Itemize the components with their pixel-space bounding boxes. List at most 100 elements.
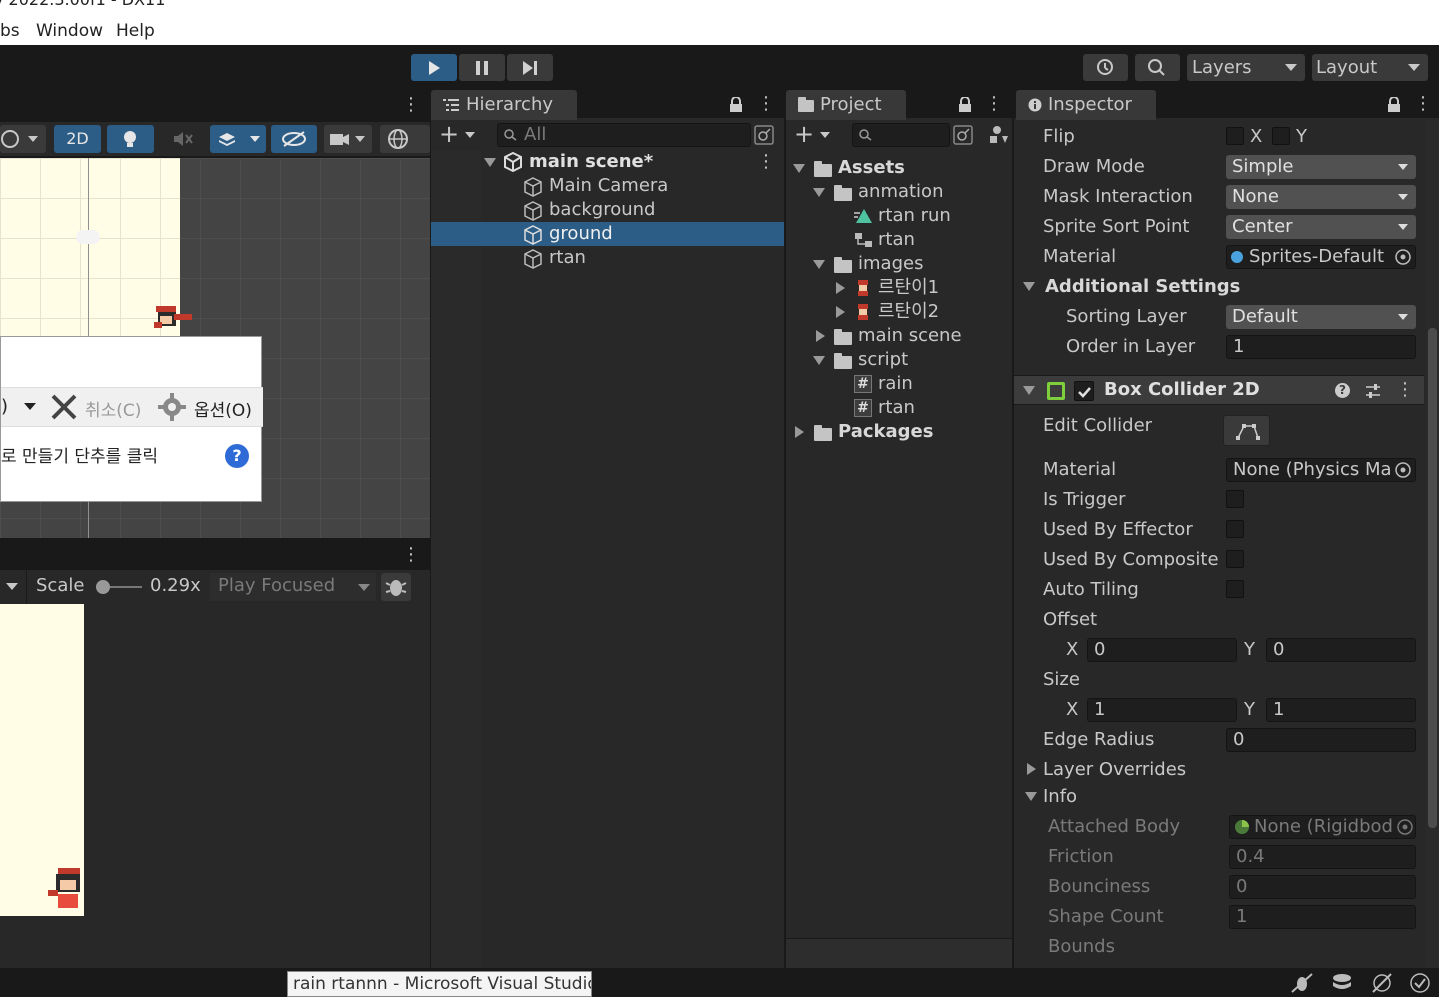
project-add-button[interactable]: +	[794, 120, 834, 148]
chevron-down-icon[interactable]	[6, 583, 18, 590]
tree-item-rtan-controller[interactable]: rtan	[786, 228, 1012, 252]
layout-dropdown[interactable]: Layout	[1312, 54, 1428, 81]
camera-dropdown[interactable]	[324, 125, 372, 153]
search-button[interactable]	[1135, 54, 1180, 81]
project-menu-icon[interactable]	[985, 93, 1003, 114]
help-icon[interactable]: ?	[1335, 383, 1350, 398]
network-off-icon[interactable]	[1370, 972, 1394, 994]
lighting-toggle[interactable]	[107, 125, 154, 153]
step-button[interactable]	[507, 54, 553, 81]
info-header[interactable]: Info	[1043, 786, 1077, 807]
expand-arrow-icon[interactable]	[1023, 386, 1035, 395]
inspector-menu-icon[interactable]	[1414, 93, 1432, 114]
game-canvas[interactable]	[0, 604, 430, 968]
draw-mode-dropdown[interactable]: Simple	[1226, 155, 1416, 179]
debug-button[interactable]	[381, 573, 411, 601]
tree-item-image1[interactable]: 르탄이1	[786, 276, 1012, 300]
search-by-type-icon[interactable]	[952, 124, 974, 146]
shading-mode-button[interactable]	[0, 125, 46, 153]
bug-icon[interactable]	[1290, 972, 1314, 994]
additional-settings-header[interactable]: Additional Settings	[1045, 276, 1240, 297]
bc-material-field[interactable]: None (Physics Ma	[1226, 458, 1416, 482]
used-by-effector-checkbox[interactable]	[1226, 520, 1244, 538]
lock-icon[interactable]	[729, 97, 743, 113]
help-icon[interactable]: ?	[225, 444, 249, 468]
component-menu-icon[interactable]	[1396, 379, 1414, 400]
play-button[interactable]	[411, 54, 457, 81]
tree-item-packages[interactable]: Packages	[786, 420, 1012, 444]
hierarchy-menu-icon[interactable]	[757, 93, 775, 114]
hierarchy-item[interactable]: rtan	[431, 246, 784, 270]
size-x-field[interactable]: 1	[1087, 698, 1237, 722]
object-picker-icon[interactable]	[1394, 248, 1412, 266]
flip-x-checkbox[interactable]	[1226, 127, 1244, 145]
check-circle-icon[interactable]	[1408, 972, 1432, 994]
tree-item-rtan-run[interactable]: rtan run	[786, 204, 1012, 228]
expand-arrow-icon[interactable]	[1027, 763, 1036, 775]
hierarchy-item-selected[interactable]: ground	[431, 222, 784, 246]
lock-icon[interactable]	[1387, 97, 1401, 113]
scale-slider-handle[interactable]	[96, 580, 110, 594]
box-collider-enabled-checkbox[interactable]	[1074, 381, 1094, 401]
audio-toggle[interactable]	[160, 125, 204, 153]
order-in-layer-field[interactable]: 1	[1226, 335, 1416, 359]
tree-item-script[interactable]: script	[786, 348, 1012, 372]
expand-arrow-icon[interactable]	[813, 260, 825, 269]
expand-arrow-icon[interactable]	[836, 282, 845, 294]
cancel-button[interactable]: 취소(C)	[49, 390, 145, 424]
layer-overrides-header[interactable]: Layer Overrides	[1043, 759, 1186, 780]
hierarchy-search-input[interactable]: All	[497, 123, 751, 147]
chevron-down-icon[interactable]	[24, 403, 36, 410]
offset-x-field[interactable]: 0	[1087, 638, 1237, 662]
expand-arrow-icon[interactable]	[1025, 792, 1037, 801]
layers-stack-icon[interactable]	[1330, 972, 1354, 994]
lock-icon[interactable]	[958, 97, 972, 113]
edge-radius-field[interactable]: 0	[1226, 728, 1416, 752]
expand-arrow-icon[interactable]	[836, 306, 845, 318]
object-picker-icon[interactable]	[1394, 461, 1412, 479]
auto-tiling-checkbox[interactable]	[1226, 580, 1244, 598]
tab-hierarchy[interactable]: Hierarchy	[431, 90, 577, 120]
material-field[interactable]: Sprites-Default	[1226, 245, 1416, 269]
offset-y-field[interactable]: 0	[1266, 638, 1416, 662]
scene-row-menu-icon[interactable]	[757, 150, 775, 174]
size-y-field[interactable]: 1	[1266, 698, 1416, 722]
tab-inspector[interactable]: Inspector	[1016, 90, 1156, 120]
scene-menu-icon[interactable]	[402, 94, 420, 115]
gizmos-dropdown[interactable]	[380, 125, 430, 153]
hierarchy-item[interactable]: Main Camera	[431, 174, 784, 198]
expand-arrow-icon[interactable]	[795, 426, 804, 438]
expand-arrow-icon[interactable]	[813, 356, 825, 365]
hierarchy-item[interactable]: background	[431, 198, 784, 222]
tab-project[interactable]: Project	[786, 90, 906, 120]
scrollbar-thumb[interactable]	[1428, 328, 1437, 828]
play-mode-dropdown[interactable]: Play Focused	[210, 573, 376, 601]
tree-item-assets[interactable]: Assets	[786, 156, 1012, 180]
add-button[interactable]: +	[439, 120, 479, 148]
effects-toggle[interactable]	[210, 125, 266, 153]
expand-arrow-icon[interactable]	[1023, 282, 1035, 291]
2d-toggle[interactable]: 2D	[54, 125, 101, 153]
tree-item-rain[interactable]: # rain	[786, 372, 1012, 396]
inspector-scrollbar[interactable]	[1426, 120, 1439, 968]
tree-item-rtan-script[interactable]: # rtan	[786, 396, 1012, 420]
layers-dropdown[interactable]: Layers	[1187, 54, 1305, 81]
tree-item-anmation[interactable]: anmation	[786, 180, 1012, 204]
menu-item-window[interactable]: Window	[36, 21, 103, 41]
tree-item-image2[interactable]: 르탄이2	[786, 300, 1012, 324]
presets-icon[interactable]	[1364, 382, 1382, 400]
is-trigger-checkbox[interactable]	[1226, 490, 1244, 508]
menu-item-help[interactable]: Help	[116, 21, 155, 41]
tree-item-main-scene[interactable]: main scene	[786, 324, 1012, 348]
filter-icon[interactable]	[988, 124, 1010, 146]
mask-interaction-dropdown[interactable]: None	[1226, 185, 1416, 209]
expand-arrow-icon[interactable]	[816, 330, 825, 342]
tree-item-images[interactable]: images	[786, 252, 1012, 276]
expand-arrow-icon[interactable]	[813, 188, 825, 197]
flip-y-checkbox[interactable]	[1272, 127, 1290, 145]
options-button[interactable]: 옵션(O)	[156, 390, 256, 424]
edit-collider-button[interactable]	[1223, 415, 1270, 446]
scene-row[interactable]: main scene*	[431, 150, 784, 174]
pause-button[interactable]	[459, 54, 505, 81]
menu-item-jobs[interactable]: bs	[0, 21, 20, 41]
